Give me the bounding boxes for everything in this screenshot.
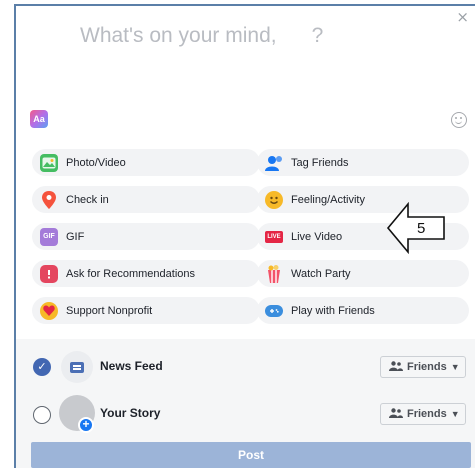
news-feed-privacy-dropdown[interactable]: Friends ▼ (380, 356, 466, 378)
option-label: Ask for Recommendations (66, 267, 195, 280)
option-check-in[interactable]: Check in (32, 186, 260, 213)
heart-icon (40, 301, 58, 320)
option-label: GIF (66, 230, 85, 243)
caret-down-icon: ▼ (450, 362, 460, 372)
option-photo-video[interactable]: Photo/Video (32, 149, 260, 176)
photo-icon (40, 153, 58, 172)
your-story-checkbox[interactable] (33, 406, 51, 424)
emoji-icon[interactable] (451, 112, 467, 128)
tag-friends-icon (265, 154, 283, 172)
share-section: ✓ News Feed Friends ▼ + Your Story Frien… (16, 339, 475, 468)
gif-icon: GIF (40, 227, 58, 246)
news-feed-checkbox[interactable]: ✓ (33, 358, 51, 376)
option-label: Tag Friends (291, 156, 349, 169)
option-label: Check in (66, 193, 109, 206)
your-story-label: Your Story (100, 406, 161, 420)
close-icon[interactable]: × (456, 10, 469, 25)
privacy-label: Friends (407, 408, 447, 420)
option-play-with-friends[interactable]: Play with Friends (257, 297, 469, 324)
option-watch-party[interactable]: Watch Party (257, 260, 469, 287)
smiley-icon (265, 190, 283, 209)
callout-number: 5 (417, 220, 426, 237)
location-pin-icon (40, 190, 58, 209)
option-label: Support Nonprofit (66, 304, 153, 317)
option-label: Live Video (291, 230, 343, 243)
option-label: Watch Party (291, 267, 351, 280)
option-gif[interactable]: GIF GIF (32, 223, 260, 250)
post-button[interactable]: Post (31, 442, 471, 468)
option-label: Feeling/Activity (291, 193, 365, 206)
caret-down-icon: ▼ (450, 409, 460, 419)
watch-party-icon (265, 264, 283, 283)
composer-input[interactable]: What's on your mind, ? (80, 24, 323, 48)
recommendation-icon (40, 264, 58, 283)
option-label: Play with Friends (291, 304, 375, 317)
plus-icon: + (78, 417, 94, 433)
news-feed-icon (61, 351, 93, 383)
friends-icon (389, 407, 403, 421)
text-style-icon[interactable]: Aa (30, 110, 48, 128)
friends-icon (389, 360, 403, 374)
news-feed-label: News Feed (100, 359, 163, 373)
option-support-nonprofit[interactable]: Support Nonprofit (32, 297, 260, 324)
option-label: Photo/Video (66, 156, 126, 169)
privacy-label: Friends (407, 361, 447, 373)
your-story-privacy-dropdown[interactable]: Friends ▼ (380, 403, 466, 425)
option-tag-friends[interactable]: Tag Friends (257, 149, 469, 176)
live-icon: LIVE (265, 230, 283, 243)
option-ask-recommendations[interactable]: Ask for Recommendations (32, 260, 260, 287)
game-controller-icon (265, 304, 283, 317)
callout-arrow-icon (386, 202, 445, 254)
